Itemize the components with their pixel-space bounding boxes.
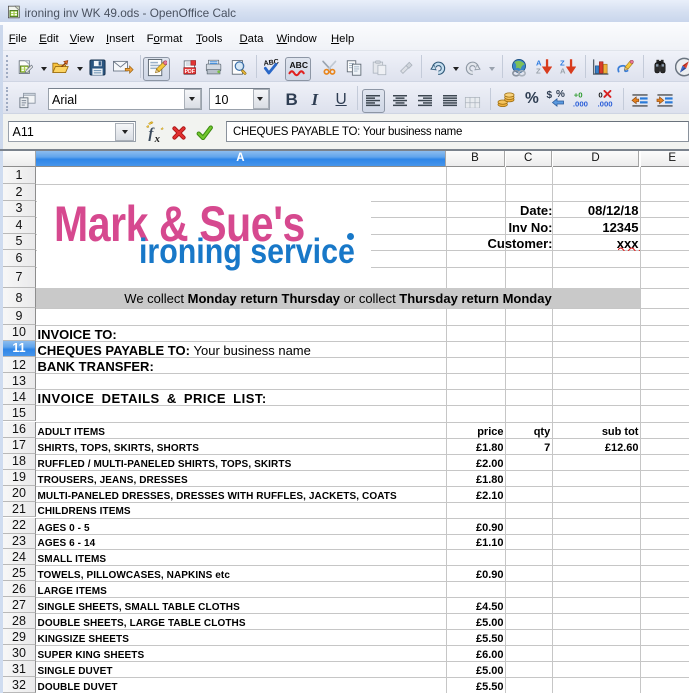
svg-text:+0: +0 bbox=[574, 90, 583, 99]
svg-text:$: $ bbox=[547, 90, 553, 101]
svg-text:.000: .000 bbox=[573, 99, 588, 108]
svg-text:x: x bbox=[154, 134, 161, 144]
svg-text:A: A bbox=[560, 67, 566, 76]
svg-text:Z: Z bbox=[536, 67, 541, 76]
svg-text:0: 0 bbox=[598, 90, 602, 99]
svg-text:.000: .000 bbox=[598, 99, 613, 108]
svg-text:ABC: ABC bbox=[289, 60, 308, 70]
svg-text:PDF: PDF bbox=[185, 68, 195, 74]
svg-text:ABC: ABC bbox=[263, 58, 279, 67]
